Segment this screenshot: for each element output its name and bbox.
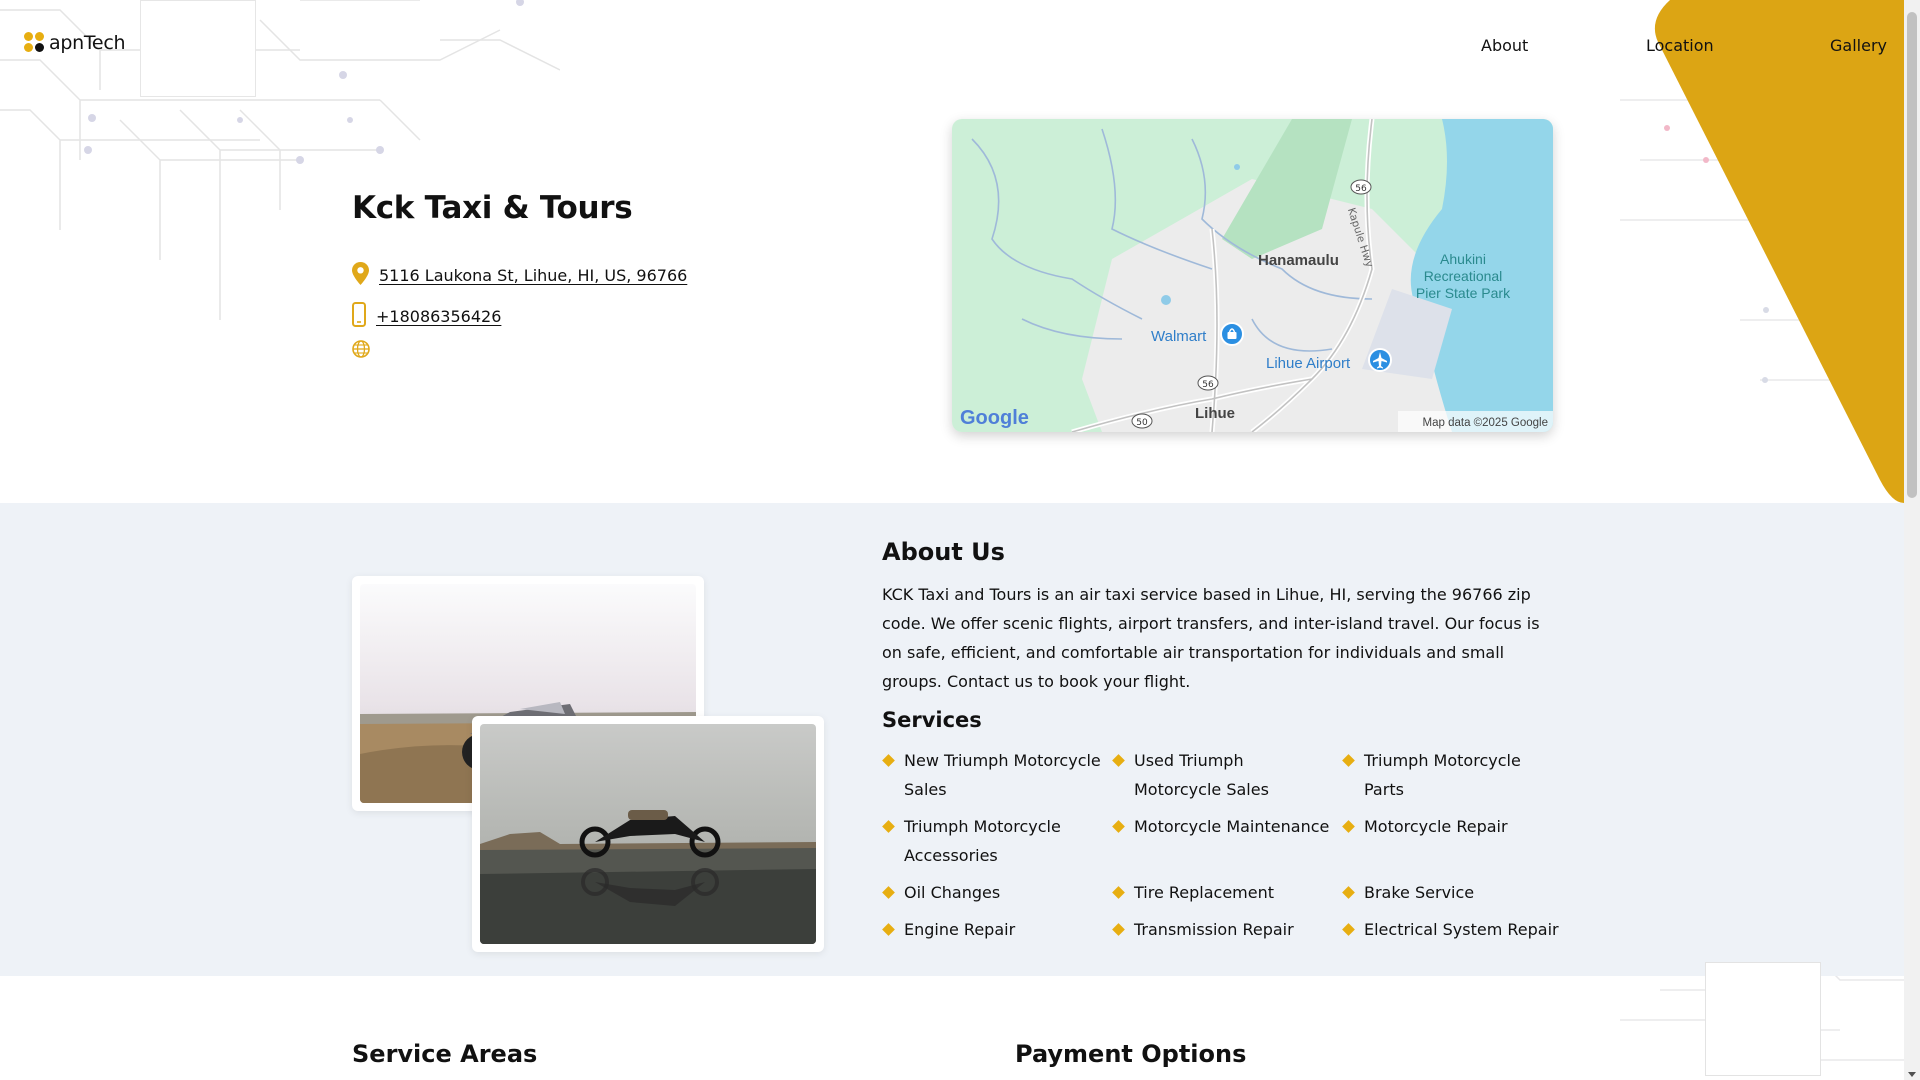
service-item: Brake Service bbox=[1342, 878, 1572, 907]
scrollbar-thumb[interactable] bbox=[1907, 12, 1917, 498]
diamond-bullet-icon bbox=[882, 923, 895, 936]
about-description: KCK Taxi and Tours is an air taxi servic… bbox=[882, 585, 1540, 691]
header-placeholder-box bbox=[140, 0, 256, 97]
site-header: apnTech About Location Gallery bbox=[0, 0, 1904, 97]
diamond-bullet-icon bbox=[1112, 923, 1125, 936]
phone-link[interactable]: +18086356426 bbox=[376, 307, 501, 326]
map-label-walmart: Walmart bbox=[1151, 328, 1207, 345]
diamond-bullet-icon bbox=[882, 820, 895, 833]
shopping-bag-icon[interactable] bbox=[1220, 322, 1244, 346]
phone-icon bbox=[352, 302, 366, 331]
diamond-bullet-icon bbox=[1112, 886, 1125, 899]
address-row: 5116 Laukona St, Lihue, HI, US, 96766 bbox=[352, 262, 687, 289]
logo-mark-icon bbox=[24, 32, 46, 54]
service-item: Motorcycle Maintenance bbox=[1112, 812, 1342, 870]
about-heading: About Us bbox=[882, 538, 1005, 566]
payment-options-heading: Payment Options bbox=[1015, 1040, 1247, 1068]
scroll-down-arrow-icon[interactable] bbox=[1908, 1072, 1916, 1077]
logo-text: apnTech bbox=[49, 32, 126, 54]
service-item: Used Triumph Motorcycle Sales bbox=[1112, 746, 1342, 804]
services-heading: Services bbox=[882, 708, 982, 732]
nav-link-location[interactable]: Location bbox=[1646, 36, 1714, 55]
nav-link-about[interactable]: About bbox=[1481, 36, 1528, 55]
nav-link-gallery[interactable]: Gallery bbox=[1830, 36, 1887, 55]
map-label-park-line3: Pier State Park bbox=[1416, 285, 1511, 301]
service-item: New Triumph Motorcycle Sales bbox=[882, 746, 1112, 804]
map-pin-icon bbox=[352, 262, 369, 289]
website-row bbox=[352, 340, 380, 362]
service-item: Transmission Repair bbox=[1112, 915, 1342, 944]
service-item: Motorcycle Repair bbox=[1342, 812, 1572, 870]
diamond-bullet-icon bbox=[1342, 754, 1355, 767]
diamond-bullet-icon bbox=[1342, 820, 1355, 833]
services-list: New Triumph Motorcycle Sales Used Triump… bbox=[882, 746, 1572, 952]
service-item: Triumph Motorcycle Parts bbox=[1342, 746, 1572, 804]
diamond-bullet-icon bbox=[1342, 923, 1355, 936]
map-label-lihue: Lihue bbox=[1195, 405, 1235, 422]
diamond-bullet-icon bbox=[882, 886, 895, 899]
location-map[interactable]: 56 56 50 Kapule Hwy Hanamaulu Walmart Li… bbox=[952, 119, 1553, 432]
phone-row: +18086356426 bbox=[352, 302, 501, 331]
airplane-icon[interactable] bbox=[1368, 348, 1392, 372]
gallery-photo-2 bbox=[472, 716, 824, 952]
brand-logo[interactable]: apnTech bbox=[24, 32, 126, 54]
diamond-bullet-icon bbox=[882, 754, 895, 767]
map-label-park-line2: Recreational bbox=[1424, 268, 1503, 284]
service-item: Tire Replacement bbox=[1112, 878, 1342, 907]
globe-icon[interactable] bbox=[352, 340, 370, 362]
route-56-marker-north: 56 bbox=[1350, 179, 1372, 195]
diamond-bullet-icon bbox=[1112, 820, 1125, 833]
route-50-marker: 50 bbox=[1131, 413, 1153, 429]
map-label-hanamaulu: Hanamaulu bbox=[1258, 252, 1339, 269]
service-item: Engine Repair bbox=[882, 915, 1112, 944]
business-name: Kck Taxi & Tours bbox=[352, 190, 633, 226]
service-item: Electrical System Repair bbox=[1342, 915, 1572, 944]
route-56-marker-south: 56 bbox=[1197, 375, 1219, 391]
map-label-park-line1: Ahukini bbox=[1440, 251, 1486, 267]
service-item: Oil Changes bbox=[882, 878, 1112, 907]
diamond-bullet-icon bbox=[1342, 886, 1355, 899]
svg-text:56: 56 bbox=[1202, 380, 1214, 390]
map-attribution: Map data ©2025 Google bbox=[1423, 417, 1548, 429]
diamond-bullet-icon bbox=[1112, 754, 1125, 767]
svg-text:50: 50 bbox=[1136, 418, 1148, 428]
service-item: Triumph Motorcycle Accessories bbox=[882, 812, 1112, 870]
svg-text:56: 56 bbox=[1355, 184, 1367, 194]
bottom-placeholder-box bbox=[1705, 962, 1821, 1076]
map-label-airport: Lihue Airport bbox=[1266, 355, 1351, 372]
address-link[interactable]: 5116 Laukona St, Lihue, HI, US, 96766 bbox=[379, 266, 687, 285]
service-areas-heading: Service Areas bbox=[352, 1040, 538, 1068]
page-scrollbar[interactable] bbox=[1904, 0, 1920, 1080]
google-logo: Google bbox=[960, 407, 1029, 429]
